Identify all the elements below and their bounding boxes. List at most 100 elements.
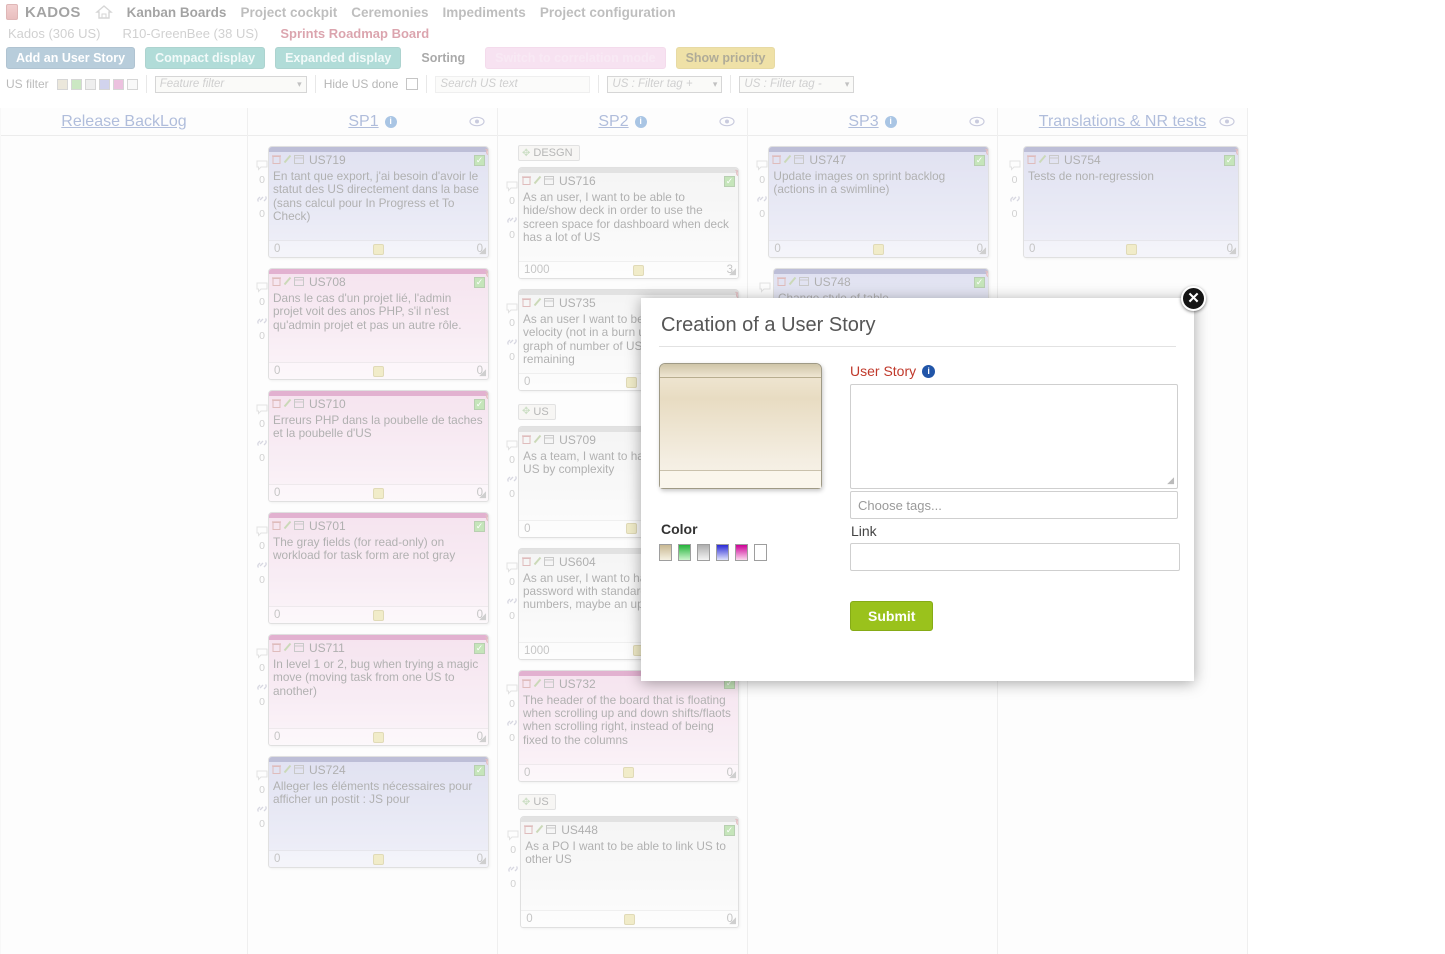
pin-icon[interactable] <box>482 513 488 531</box>
compact-display-button[interactable]: Compact display <box>145 47 266 69</box>
edit-icon[interactable] <box>1038 153 1047 167</box>
rss-icon[interactable] <box>373 487 384 499</box>
tasks-icon[interactable] <box>544 555 554 569</box>
pin-icon[interactable] <box>482 147 488 165</box>
swatch-beige[interactable] <box>56 78 68 90</box>
edit-icon[interactable] <box>283 763 292 777</box>
breadcrumb-release[interactable]: R10-GreenBee (38 US) <box>123 26 259 41</box>
rss-icon[interactable] <box>632 264 644 276</box>
tasks-icon[interactable] <box>544 677 554 691</box>
feature-filter-select[interactable]: Feature filter ▾ <box>154 75 307 93</box>
color-option-green[interactable] <box>678 544 691 561</box>
swatch-blue[interactable] <box>98 78 110 90</box>
choose-tags-input[interactable]: Choose tags... <box>850 491 1178 519</box>
submit-button[interactable]: Submit <box>850 601 934 631</box>
card-body-container[interactable]: US732 ✓ The header of the board that is fl… <box>518 669 739 782</box>
color-option-white[interactable] <box>754 544 767 561</box>
rss-icon[interactable] <box>626 523 638 534</box>
user-story-textarea[interactable]: ◢ <box>850 384 1178 489</box>
comment-icon[interactable] <box>506 440 518 454</box>
rss-icon[interactable] <box>373 365 384 377</box>
edit-icon[interactable] <box>533 555 542 569</box>
color-option-gray[interactable] <box>697 544 710 561</box>
card-body-container[interactable]: US724 ✓ Alleger les éléments nécessaires p… <box>268 756 489 868</box>
nav-ceremonies[interactable]: Ceremonies <box>351 5 428 20</box>
delete-icon[interactable] <box>522 174 531 188</box>
switch-correlation-mode-button[interactable]: Switch to correlation mode <box>485 47 666 69</box>
delete-icon[interactable] <box>522 433 532 447</box>
resize-grip-icon[interactable]: ◢ <box>729 769 736 780</box>
eye-icon[interactable] <box>969 115 985 133</box>
swatch-gray[interactable] <box>84 78 96 90</box>
tasks-icon[interactable] <box>294 519 304 533</box>
rss-icon[interactable] <box>623 767 634 778</box>
rss-icon[interactable] <box>626 376 638 388</box>
link-icon[interactable] <box>506 336 518 351</box>
tasks-icon[interactable] <box>294 763 304 777</box>
user-story-card[interactable]: 0 0 US711 ✓ In level 1 or 2, bug when trying… <box>256 634 489 746</box>
info-icon[interactable]: i <box>384 115 397 128</box>
link-icon[interactable] <box>506 214 518 229</box>
resize-grip-icon[interactable]: ◢ <box>479 489 486 500</box>
link-icon[interactable] <box>506 717 518 732</box>
tasks-icon[interactable] <box>546 823 557 837</box>
tasks-icon[interactable] <box>294 397 304 411</box>
tasks-icon[interactable] <box>294 275 304 289</box>
column-title[interactable]: SP1 <box>348 113 378 131</box>
edit-icon[interactable] <box>283 519 292 533</box>
user-story-card[interactable]: 0 0 US747 ✓ Update images on sprint backlog … <box>756 146 989 258</box>
rss-icon[interactable] <box>624 913 636 925</box>
swatch-white[interactable] <box>126 78 138 90</box>
brand[interactable]: KADOS <box>6 4 81 21</box>
delete-icon[interactable] <box>272 519 281 533</box>
comment-icon[interactable] <box>506 562 518 576</box>
resize-grip-icon[interactable]: ◢ <box>479 733 486 744</box>
home-icon[interactable] <box>94 4 113 20</box>
delete-icon[interactable] <box>272 397 281 411</box>
nav-project-configuration[interactable]: Project configuration <box>540 5 676 20</box>
link-icon[interactable] <box>1009 193 1021 208</box>
info-icon[interactable]: i <box>634 115 647 128</box>
link-icon[interactable] <box>256 803 268 818</box>
tasks-icon[interactable] <box>294 641 304 655</box>
comment-icon[interactable] <box>506 181 518 195</box>
pin-icon[interactable] <box>482 391 488 409</box>
link-icon[interactable] <box>256 437 268 452</box>
resize-grip-icon[interactable]: ◢ <box>729 266 736 277</box>
comment-icon[interactable] <box>1009 160 1021 174</box>
comment-icon[interactable] <box>506 303 518 317</box>
delete-icon[interactable] <box>272 275 281 289</box>
pin-icon[interactable] <box>732 817 739 835</box>
user-story-card[interactable]: 0 0 US716 ✓ As an user, I want to be able to… <box>506 167 739 279</box>
comment-icon[interactable] <box>256 404 268 418</box>
user-story-card[interactable]: 0 0 US724 ✓ Alleger les éléments nécessaires… <box>256 756 489 868</box>
delete-icon[interactable] <box>522 296 531 310</box>
delete-icon[interactable] <box>772 153 782 167</box>
tasks-icon[interactable] <box>294 153 304 167</box>
edit-icon[interactable] <box>533 296 542 310</box>
expanded-display-button[interactable]: Expanded display <box>275 47 402 69</box>
rss-icon[interactable] <box>373 243 384 255</box>
resize-grip-icon[interactable]: ◢ <box>479 611 486 622</box>
comment-icon[interactable] <box>256 160 268 174</box>
tasks-icon[interactable] <box>1049 153 1059 167</box>
user-story-card[interactable]: 0 0 US732 ✓ The header of the board that is … <box>506 669 739 782</box>
color-option-blue[interactable] <box>716 544 729 561</box>
edit-icon[interactable] <box>783 153 792 167</box>
swimlane-tag[interactable]: ✥ US <box>518 403 556 420</box>
card-body-container[interactable]: US710 ✓ Erreurs PHP dans la poubelle de ta… <box>268 390 489 502</box>
column-title[interactable]: Release BackLog <box>61 113 186 131</box>
delete-icon[interactable] <box>1027 153 1036 167</box>
pin-icon[interactable] <box>482 757 488 775</box>
edit-icon[interactable] <box>533 433 542 447</box>
eye-icon[interactable] <box>469 115 485 133</box>
add-user-story-button[interactable]: Add an User Story <box>6 47 136 69</box>
link-icon[interactable] <box>256 559 268 574</box>
tasks-icon[interactable] <box>794 153 805 167</box>
edit-icon[interactable] <box>533 677 542 691</box>
comment-icon[interactable] <box>759 282 771 296</box>
card-body-container[interactable]: US448 ✓ As a PO I want to be able to link … <box>520 816 739 928</box>
info-icon[interactable]: i <box>922 364 936 378</box>
us-filter-swatches[interactable] <box>56 78 138 90</box>
rss-icon[interactable] <box>373 853 384 865</box>
